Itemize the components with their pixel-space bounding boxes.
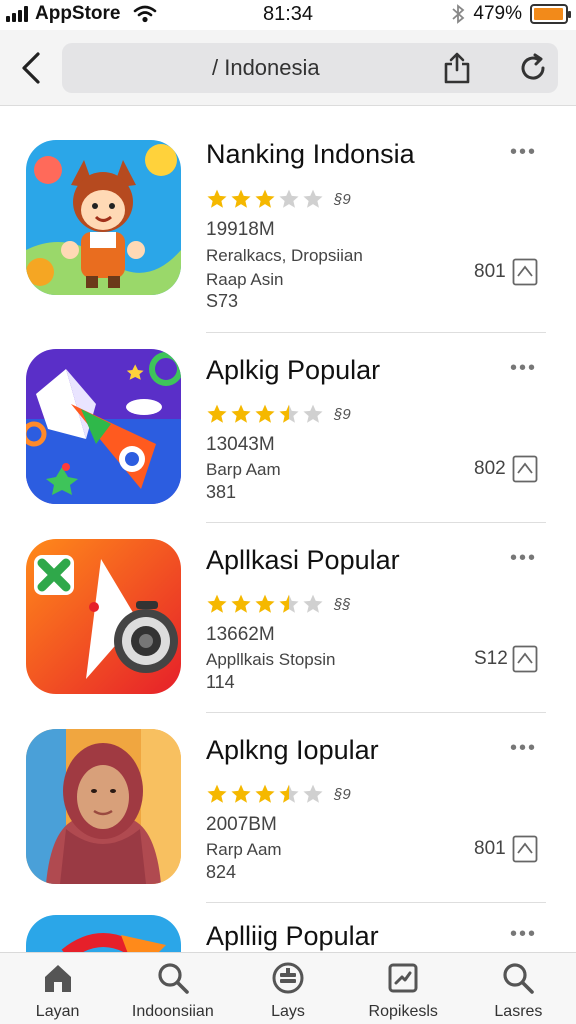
home-icon <box>44 965 71 992</box>
tab-label: Lays <box>271 1003 305 1020</box>
star-icon <box>303 404 323 423</box>
app-size: 13662M <box>206 624 275 645</box>
star-icon <box>231 784 251 803</box>
star-icon <box>303 189 323 208</box>
app-list: Nanking Indonsia ••• §9 19918M Reralkacs… <box>0 107 576 952</box>
download-icon[interactable] <box>512 645 538 673</box>
download-icon[interactable] <box>512 835 538 863</box>
app-code: 114 <box>206 672 235 692</box>
app-description: Rarp Aam <box>206 840 282 859</box>
url-text: / Indonesia <box>212 55 320 80</box>
rating-count: §9 <box>334 190 351 208</box>
app-price: 801 <box>474 838 506 859</box>
app-title[interactable]: Apllkasi Popular <box>206 545 400 576</box>
more-options-button[interactable]: ••• <box>510 547 537 570</box>
tab-label: Layan <box>35 1003 80 1020</box>
url-bar[interactable]: / Indonesia <box>62 43 558 93</box>
reload-button[interactable] <box>516 51 550 85</box>
star-icon <box>279 784 299 803</box>
app-title[interactable]: Aplkng Iopular <box>206 735 379 766</box>
share-icon <box>444 52 470 84</box>
app-title[interactable]: Aplliig Popular <box>206 921 379 952</box>
app-description: Reralkacs, Dropsiian Raap Asin <box>206 246 363 289</box>
star-rating: §9 <box>206 403 351 425</box>
star-icon <box>231 594 251 613</box>
star-icon <box>207 189 227 208</box>
app-code: 824 <box>206 862 237 882</box>
app-code: S73 <box>206 291 239 311</box>
status-bar: AppStore 81:34 479% <box>0 0 576 30</box>
star-icon <box>279 594 299 613</box>
star-icon <box>279 404 299 423</box>
app-title[interactable]: Nanking Indonsia <box>206 139 415 170</box>
star-icon <box>231 189 251 208</box>
app-size: 13043M <box>206 434 275 455</box>
apps-icon <box>388 963 418 993</box>
app-size: 19918M <box>206 219 275 240</box>
app-icon-woman-portrait[interactable] <box>26 729 181 884</box>
browser-nav-bar: / Indonesia <box>0 30 576 106</box>
tab-lasres[interactable]: Lasres <box>461 953 576 1024</box>
more-options-button[interactable]: ••• <box>510 923 537 946</box>
app-size: 2007BM <box>206 814 277 835</box>
rating-count: §9 <box>334 405 351 423</box>
app-code: 381 <box>206 482 237 502</box>
list-item[interactable]: Aplkig Popular ••• §9 13043M Barp Aam 38… <box>0 333 576 523</box>
app-description: Appllkais Stopsin <box>206 650 336 669</box>
star-icon <box>279 189 299 208</box>
rating-count: §§ <box>334 595 351 613</box>
app-description: Barp Aam <box>206 460 281 479</box>
tab-label: Ropikesls <box>368 1003 438 1020</box>
app-icon-colorful-arrow[interactable] <box>26 349 181 504</box>
star-icon <box>207 594 227 613</box>
search-icon <box>503 963 535 994</box>
app-icon-cat-mascot[interactable] <box>26 140 181 295</box>
battery-percent: 479% <box>473 3 522 24</box>
back-button[interactable] <box>14 48 48 88</box>
tab-layan[interactable]: Layan <box>0 953 115 1024</box>
star-icon <box>255 404 275 423</box>
star-rating: §§ <box>206 593 351 615</box>
reload-icon <box>521 53 545 80</box>
list-item[interactable]: Aplliig Popular ••• <box>0 903 576 952</box>
chevron-left-icon <box>22 52 40 84</box>
more-options-button[interactable]: ••• <box>510 737 537 760</box>
list-item[interactable]: Apllkasi Popular ••• §§ 13662M Appllkais… <box>0 523 576 713</box>
tab-label: Indoonsiian <box>131 1003 214 1020</box>
app-title[interactable]: Aplkig Popular <box>206 355 380 386</box>
star-icon <box>207 404 227 423</box>
more-options-button[interactable]: ••• <box>510 357 537 380</box>
status-right: 479% <box>451 3 571 25</box>
tab-indoonsiian[interactable]: Indoonsiian <box>115 953 230 1024</box>
star-rating: §9 <box>206 783 351 805</box>
app-price: S12 <box>474 648 508 669</box>
bluetooth-icon <box>452 4 465 24</box>
star-icon <box>303 784 323 803</box>
app-price: 802 <box>474 458 506 479</box>
star-icon <box>255 189 275 208</box>
app-price: 801 <box>474 261 506 282</box>
star-icon <box>303 594 323 613</box>
star-rating: §9 <box>206 188 351 210</box>
search-icon <box>158 963 189 994</box>
star-icon <box>255 594 275 613</box>
star-icon <box>231 404 251 423</box>
share-button[interactable] <box>440 51 474 85</box>
star-icon <box>207 784 227 803</box>
list-item[interactable]: Aplkng Iopular ••• §9 2007BM Rarp Aam 82… <box>0 713 576 903</box>
download-icon[interactable] <box>512 258 538 286</box>
tab-ropikesls[interactable]: Ropikesls <box>346 953 461 1024</box>
battery-icon <box>530 4 571 24</box>
tab-lays[interactable]: Lays <box>230 953 345 1024</box>
star-icon <box>255 784 275 803</box>
list-item[interactable]: Nanking Indonsia ••• §9 19918M Reralkacs… <box>0 107 576 333</box>
rating-count: §9 <box>334 785 351 803</box>
stack-icon <box>272 962 304 994</box>
tab-label: Lasres <box>494 1003 543 1020</box>
download-icon[interactable] <box>512 455 538 483</box>
app-icon-partial[interactable] <box>26 915 181 952</box>
more-options-button[interactable]: ••• <box>510 141 537 164</box>
tab-bar: Layan Indoonsiian Lays Ropikesls Lasres <box>0 952 576 1024</box>
app-icon-cursor-camera[interactable] <box>26 539 181 694</box>
